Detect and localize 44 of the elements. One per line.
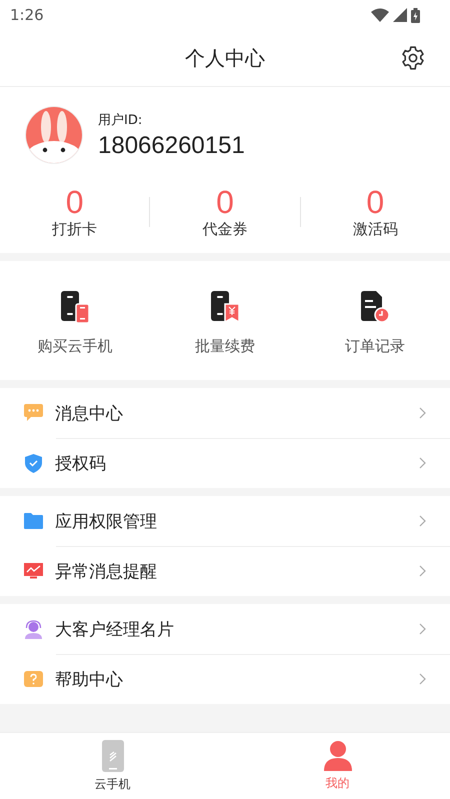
menu-label: 大客户经理名片 bbox=[55, 618, 175, 641]
menu-row[interactable]: 大客户经理名片 bbox=[0, 604, 450, 654]
menu-row[interactable]: 帮助中心 bbox=[0, 654, 450, 704]
folder-icon bbox=[24, 513, 43, 530]
settings-icon[interactable] bbox=[400, 45, 426, 71]
status-time: 1:26 bbox=[10, 6, 44, 24]
stat-label[interactable]: 打折卡 bbox=[52, 220, 98, 240]
page-title: 个人中心 bbox=[185, 44, 265, 72]
chevron-right-icon bbox=[419, 407, 426, 420]
shortcut-label[interactable]: 订单记录 bbox=[345, 337, 405, 356]
shortcut-label[interactable]: 批量续费 bbox=[195, 337, 255, 356]
menu-label: 消息中心 bbox=[55, 402, 124, 425]
battery-icon bbox=[411, 8, 420, 22]
help-icon bbox=[24, 671, 43, 688]
tab-item[interactable]: 云手机 bbox=[0, 733, 225, 799]
chart-monitor-icon bbox=[24, 563, 43, 580]
user-id-label: 用户ID: bbox=[98, 112, 144, 128]
chat-bubble-icon bbox=[24, 404, 43, 422]
menu-label: 帮助中心 bbox=[55, 668, 124, 691]
headset-person-icon bbox=[24, 620, 43, 639]
user-id-value: 18066260151 bbox=[98, 132, 245, 160]
shield-icon bbox=[24, 454, 43, 473]
signal-icon bbox=[393, 8, 407, 22]
chevron-right-icon bbox=[419, 515, 426, 528]
menu-label: 异常消息提醒 bbox=[55, 560, 158, 583]
wifi-icon bbox=[371, 8, 389, 22]
menu-row[interactable]: 应用权限管理 bbox=[0, 496, 450, 546]
menu-label: 应用权限管理 bbox=[55, 510, 158, 533]
chevron-right-icon bbox=[419, 623, 426, 636]
menu-row[interactable]: 授权码 bbox=[0, 438, 450, 488]
phone-icon[interactable] bbox=[211, 291, 239, 324]
phone-icon[interactable] bbox=[61, 291, 89, 324]
document-icon[interactable] bbox=[361, 291, 389, 324]
stat-label[interactable]: 激活码 bbox=[352, 220, 398, 240]
person-icon bbox=[324, 740, 352, 770]
shortcut-label[interactable]: 购买云手机 bbox=[38, 337, 112, 356]
stat-label[interactable]: 代金券 bbox=[202, 220, 248, 240]
menu-label: 授权码 bbox=[55, 452, 107, 475]
phone-icon bbox=[102, 740, 124, 772]
menu-row[interactable]: 异常消息提醒 bbox=[0, 546, 450, 596]
chevron-right-icon bbox=[419, 457, 426, 470]
menu-row[interactable]: 消息中心 bbox=[0, 388, 450, 438]
chevron-right-icon bbox=[419, 565, 426, 578]
chevron-right-icon bbox=[419, 673, 426, 686]
